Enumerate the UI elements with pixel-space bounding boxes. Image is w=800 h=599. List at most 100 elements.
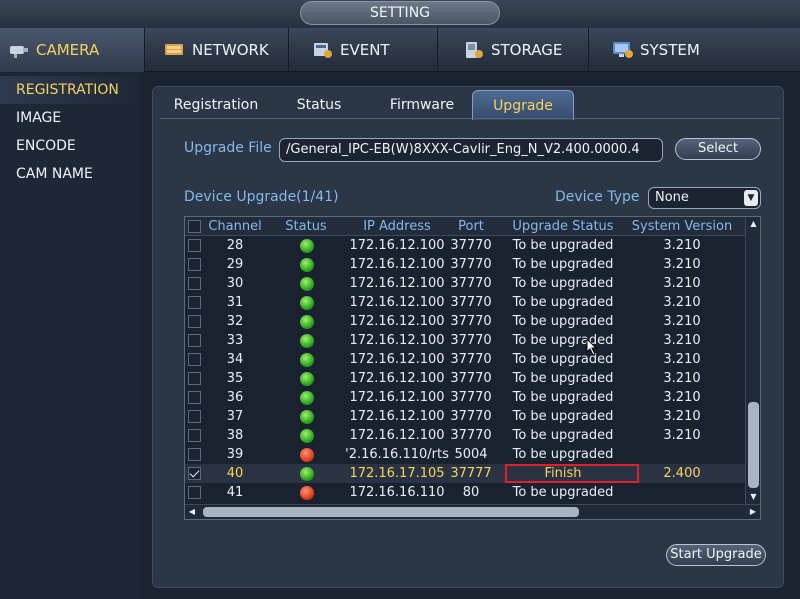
col-system-version[interactable]: System Version bbox=[623, 217, 741, 236]
tab-firmware[interactable]: Firmware bbox=[370, 90, 474, 120]
table-row[interactable]: 35 172.16.12.100 37770 To be upgraded 3.210 bbox=[185, 369, 745, 388]
cell-upgrade-status: To be upgraded bbox=[512, 276, 614, 291]
nav-tab-label: CAMERA bbox=[36, 41, 100, 59]
chevron-down-icon[interactable]: ▼ bbox=[744, 190, 758, 206]
row-checkbox[interactable] bbox=[188, 315, 201, 328]
start-upgrade-button[interactable]: Start Upgrade bbox=[666, 544, 766, 566]
cell-port: 37770 bbox=[450, 257, 492, 272]
table-row[interactable]: 28 172.16.12.100 37770 To be upgraded 3.210 bbox=[185, 236, 745, 255]
row-checkbox[interactable] bbox=[188, 353, 201, 366]
col-upgrade-status[interactable]: Upgrade Status bbox=[503, 217, 623, 236]
col-channel[interactable]: Channel bbox=[205, 217, 265, 236]
scroll-down-icon[interactable]: ▼ bbox=[746, 490, 761, 504]
cell-system-version: 2.400 bbox=[663, 466, 701, 481]
tab-registration[interactable]: Registration bbox=[164, 90, 268, 120]
nav-tab-camera[interactable]: CAMERA bbox=[0, 28, 145, 72]
row-checkbox[interactable] bbox=[188, 410, 201, 423]
scroll-up-icon[interactable]: ▲ bbox=[746, 217, 761, 231]
cell-system-version: 3.210 bbox=[663, 390, 701, 405]
row-checkbox[interactable] bbox=[188, 467, 201, 480]
table-row[interactable]: 39 '2.16.16.110/rts 5004 To be upgraded bbox=[185, 445, 745, 464]
row-checkbox[interactable] bbox=[188, 486, 201, 499]
cell-upgrade-status: To be upgraded bbox=[512, 352, 614, 367]
network-icon bbox=[164, 41, 186, 59]
table-header: Channel Status IP Address Port Upgrade S… bbox=[185, 217, 745, 236]
cell-system-version bbox=[623, 483, 741, 502]
sidebar-item-image[interactable]: IMAGE bbox=[0, 104, 140, 132]
row-checkbox[interactable] bbox=[188, 277, 201, 290]
row-checkbox[interactable] bbox=[188, 448, 201, 461]
scroll-left-icon[interactable]: ◀ bbox=[185, 505, 199, 519]
cell-upgrade-status: To be upgraded bbox=[512, 447, 614, 462]
table-row[interactable]: 33 172.16.12.100 37770 To be upgraded 3.210 bbox=[185, 331, 745, 350]
cell-channel: 40 bbox=[226, 466, 244, 481]
status-online-icon bbox=[300, 334, 314, 348]
cell-channel: 31 bbox=[226, 295, 244, 310]
device-type-select[interactable]: None ▼ bbox=[648, 187, 761, 209]
sidebar: REGISTRATION IMAGE ENCODE CAM NAME bbox=[0, 73, 140, 599]
nav-tab-network[interactable]: NETWORK bbox=[146, 28, 289, 72]
nav-tab-system[interactable]: SYSTEM bbox=[590, 28, 800, 72]
cell-port: 37770 bbox=[450, 409, 492, 424]
table-row[interactable]: 36 172.16.12.100 37770 To be upgraded 3.210 bbox=[185, 388, 745, 407]
table-row[interactable]: 40 172.16.17.105 37777 Finish 2.400 bbox=[185, 464, 745, 483]
status-online-icon bbox=[300, 353, 314, 367]
cell-ip-address: 172.16.12.100 bbox=[349, 409, 445, 424]
row-checkbox[interactable] bbox=[188, 296, 201, 309]
table-row[interactable]: 32 172.16.12.100 37770 To be upgraded 3.210 bbox=[185, 312, 745, 331]
horizontal-scrollbar[interactable]: ◀ ▶ bbox=[185, 504, 760, 519]
select-button[interactable]: Select bbox=[675, 138, 761, 160]
upgrade-file-label: Upgrade File bbox=[184, 140, 272, 156]
system-icon bbox=[612, 41, 634, 59]
col-status[interactable]: Status bbox=[277, 217, 335, 236]
scroll-right-icon[interactable]: ▶ bbox=[746, 505, 760, 519]
top-nav: CAMERA NETWORK EVENT STORAGE SYSTEM bbox=[0, 28, 800, 72]
cell-port: 37770 bbox=[450, 238, 492, 253]
sidebar-item-encode[interactable]: ENCODE bbox=[0, 132, 140, 160]
cell-port: 37770 bbox=[450, 333, 492, 348]
cell-channel: 33 bbox=[226, 333, 244, 348]
col-ip-address[interactable]: IP Address bbox=[337, 217, 457, 236]
row-checkbox[interactable] bbox=[188, 258, 201, 271]
row-checkbox[interactable] bbox=[188, 429, 201, 442]
cell-system-version: 3.210 bbox=[663, 333, 701, 348]
select-all-checkbox[interactable] bbox=[188, 220, 201, 233]
finish-highlight bbox=[505, 464, 639, 483]
device-upgrade-label: Device Upgrade(1/41) bbox=[184, 189, 339, 205]
cell-system-version: 3.210 bbox=[663, 352, 701, 367]
table-row[interactable]: 31 172.16.12.100 37770 To be upgraded 3.210 bbox=[185, 293, 745, 312]
table-row[interactable]: 41 172.16.16.110 80 To be upgraded bbox=[185, 483, 745, 502]
table-row[interactable]: 34 172.16.12.100 37770 To be upgraded 3.210 bbox=[185, 350, 745, 369]
tab-status[interactable]: Status bbox=[274, 90, 364, 120]
status-online-icon bbox=[300, 315, 314, 329]
row-checkbox[interactable] bbox=[188, 239, 201, 252]
vertical-scroll-thumb[interactable] bbox=[748, 402, 759, 488]
table-row[interactable]: 29 172.16.12.100 37770 To be upgraded 3.210 bbox=[185, 255, 745, 274]
status-offline-icon bbox=[300, 486, 314, 500]
status-online-icon bbox=[300, 467, 314, 481]
row-checkbox[interactable] bbox=[188, 334, 201, 347]
tab-upgrade[interactable]: Upgrade bbox=[472, 90, 574, 120]
row-checkbox[interactable] bbox=[188, 372, 201, 385]
sidebar-item-registration[interactable]: REGISTRATION bbox=[0, 76, 140, 104]
horizontal-scroll-thumb[interactable] bbox=[203, 507, 579, 517]
device-type-label: Device Type bbox=[555, 189, 640, 205]
col-port[interactable]: Port bbox=[447, 217, 495, 236]
upgrade-file-input[interactable]: /General_IPC-EB(W)8XXX-Cavlir_Eng_N_V2.4… bbox=[279, 138, 663, 162]
nav-tab-storage[interactable]: STORAGE bbox=[439, 28, 589, 72]
cell-system-version bbox=[623, 445, 741, 464]
cell-channel: 41 bbox=[226, 485, 244, 500]
row-checkbox[interactable] bbox=[188, 391, 201, 404]
status-online-icon bbox=[300, 239, 314, 253]
nav-tab-label: EVENT bbox=[340, 41, 390, 59]
cell-port: 37770 bbox=[450, 276, 492, 291]
vertical-scrollbar[interactable]: ▲ ▼ bbox=[745, 217, 760, 504]
cell-ip-address: 172.16.12.100 bbox=[349, 390, 445, 405]
table-row[interactable]: 38 172.16.12.100 37770 To be upgraded 3.210 bbox=[185, 426, 745, 445]
cell-port: 5004 bbox=[454, 447, 488, 462]
table-row[interactable]: 37 172.16.12.100 37770 To be upgraded 3.210 bbox=[185, 407, 745, 426]
table-row[interactable]: 30 172.16.12.100 37770 To be upgraded 3.210 bbox=[185, 274, 745, 293]
sidebar-item-cam-name[interactable]: CAM NAME bbox=[0, 160, 140, 188]
cell-ip-address: 172.16.12.100 bbox=[349, 295, 445, 310]
nav-tab-event[interactable]: EVENT bbox=[290, 28, 438, 72]
